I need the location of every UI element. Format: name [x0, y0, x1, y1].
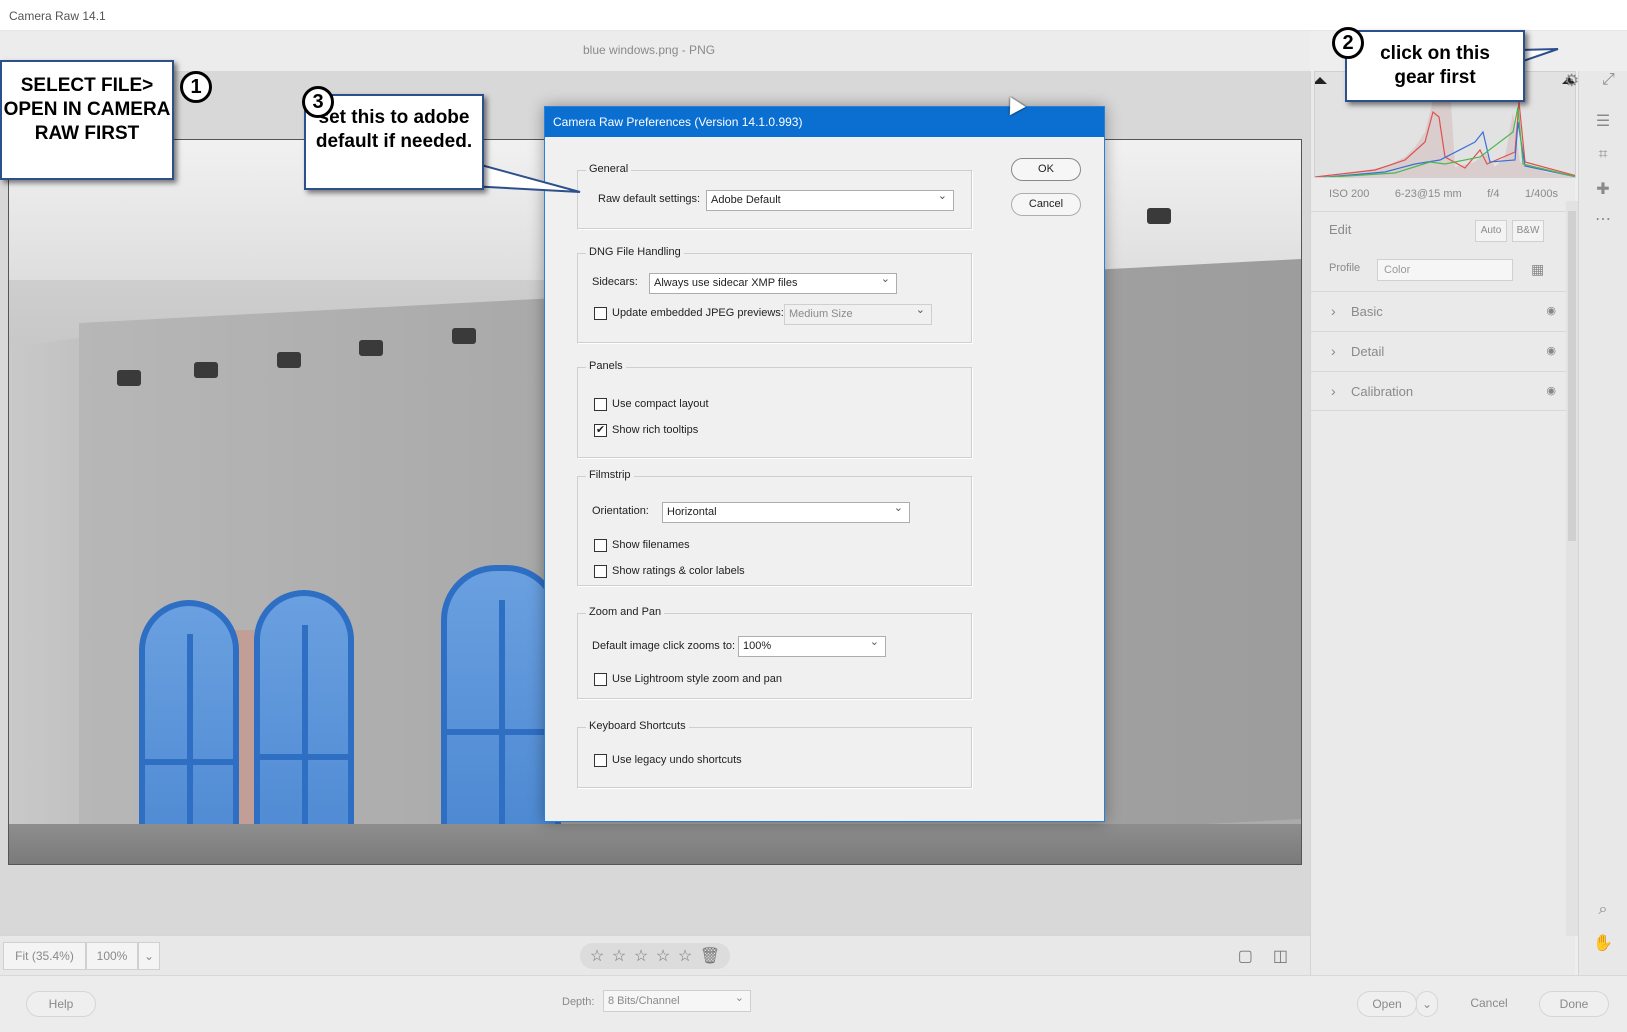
callout-3-pointer: [469, 160, 581, 193]
step-2-number: 2: [1332, 27, 1364, 59]
callout-step-3-text: set this to adobe default if needed.: [315, 107, 473, 152]
callout-step-1: SELECT FILE> OPEN IN CAMERA RAW FIRST: [0, 60, 174, 180]
step-1-number: 1: [180, 71, 212, 103]
step-3-number: 3: [302, 86, 334, 118]
callout-2-pointer: [1519, 48, 1559, 64]
callout-step-2-text: click on this gear first: [1380, 43, 1490, 88]
callout-step-1-text: SELECT FILE> OPEN IN CAMERA RAW FIRST: [3, 75, 171, 144]
annotation-pointers: [469, 48, 1559, 193]
callout-step-2: click on this gear first: [1345, 30, 1525, 102]
